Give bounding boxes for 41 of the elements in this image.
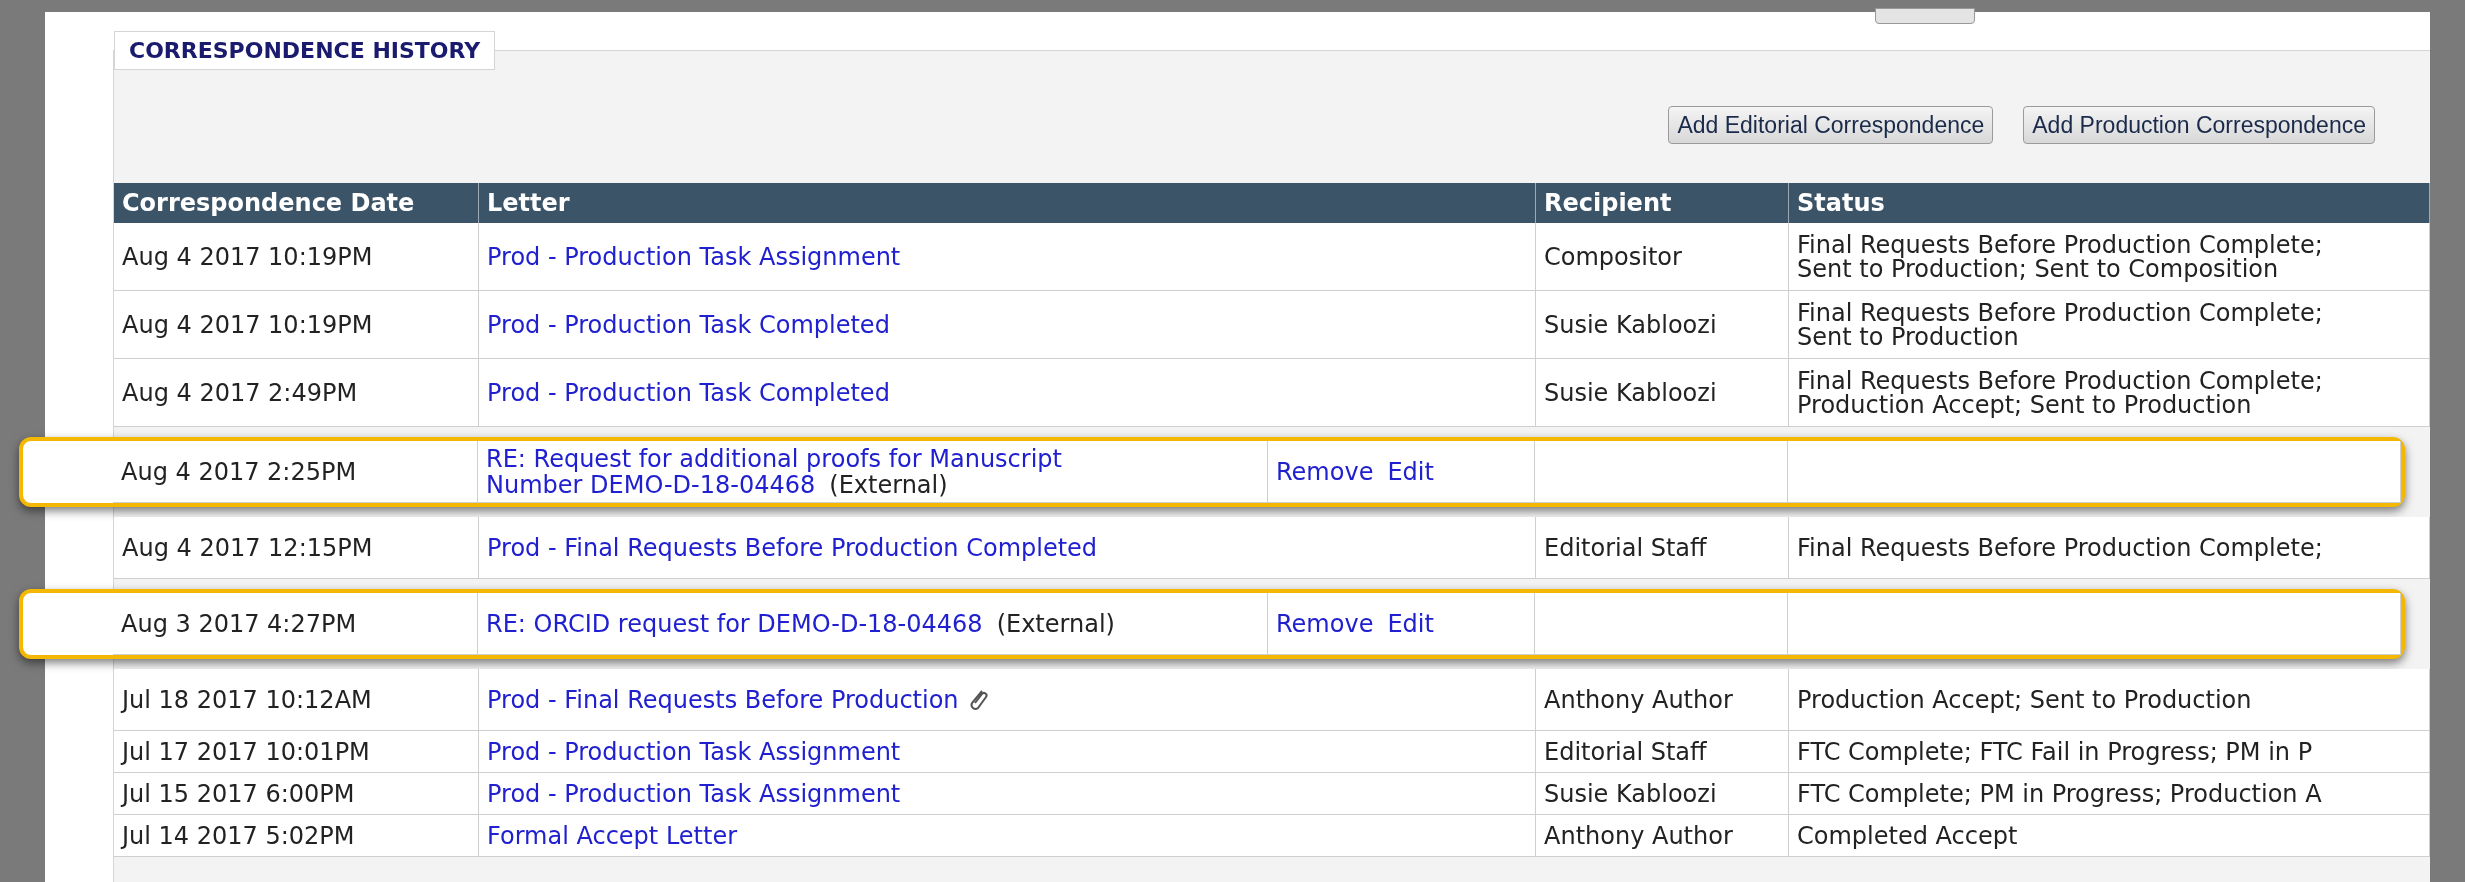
status-text: FTC Complete; FTC Fail in Progress; PM in P <box>1797 739 2313 764</box>
status-text: FTC Complete; PM in Progress; Production A <box>1797 781 2322 806</box>
external-note: (External) <box>829 471 948 498</box>
letter-link[interactable]: Number DEMO-D-18-04468 <box>486 471 816 498</box>
status-text: Final Requests Before Production Complete; Sent to Production; Sent to Composition <box>1797 232 2323 281</box>
add-editorial-button[interactable]: Add Editorial Correspondence <box>1668 106 1994 144</box>
remove-link[interactable]: Remove <box>1276 453 1374 490</box>
letter-link[interactable]: Prod - Production Task Completed <box>487 306 890 343</box>
section-title: CORRESPONDENCE HISTORY <box>114 31 496 70</box>
table-cell-text: Compositor <box>1544 241 1682 273</box>
external-note: (External) <box>996 610 1115 637</box>
status-text: Final Requests Before Production Complete; Production Accept; Sent to Production <box>1797 368 2323 417</box>
table-cell-text: Anthony Author <box>1544 684 1733 716</box>
table-cell: Aug 4 2017 2:49PM <box>114 359 479 427</box>
letter-link[interactable]: Prod - Production Task Assignment <box>487 238 901 275</box>
status-text: Final Requests Before Production Complete; Sent to Production <box>1797 300 2323 349</box>
table-cell-text: Editorial Staff <box>1544 736 1707 768</box>
letter-link[interactable]: Prod - Production Task Assignment <box>487 775 901 812</box>
table-cell: Aug 3 2017 4:27PM <box>113 593 478 655</box>
letter-link[interactable]: Formal Accept Letter <box>487 817 738 854</box>
table-cell-text: Anthony Author <box>1544 820 1733 852</box>
status-text: Final Requests Before Production Complete; <box>1797 535 2323 560</box>
letter-link[interactable]: RE: ORCID request for DEMO-D-18-04468 <box>486 610 983 637</box>
table-cell: Jul 14 2017 5:02PM <box>114 815 479 857</box>
add-production-button[interactable]: Add Production Correspondence <box>2023 106 2375 144</box>
letter-link[interactable]: Prod - Final Requests Before Production Completed <box>487 529 1098 566</box>
table-cell-text: Susie Kabloozi <box>1544 778 1717 810</box>
table-cell-text: Editorial Staff <box>1544 532 1707 564</box>
table-cell: Aug 4 2017 12:15PM <box>114 517 479 579</box>
table-cell: Aug 4 2017 2:25PM <box>113 441 478 503</box>
table-cell-text: Susie Kabloozi <box>1544 377 1717 409</box>
table-cell-text: Susie Kabloozi <box>1544 309 1717 341</box>
status-text: Completed Accept <box>1797 823 2018 848</box>
letter-link[interactable]: Prod - Production Task Completed <box>487 374 890 411</box>
letter-link[interactable]: RE: Request for additional proofs for Manuscript <box>486 445 1062 472</box>
edit-link[interactable]: Edit <box>1387 605 1434 642</box>
edit-link[interactable]: Edit <box>1387 453 1434 490</box>
letter-link[interactable]: Prod - Production Task Assignment <box>487 733 901 770</box>
letter-link[interactable]: Prod - Final Requests Before Production <box>487 681 959 718</box>
remove-link[interactable]: Remove <box>1276 605 1374 642</box>
status-text: Production Accept; Sent to Production <box>1797 687 2252 712</box>
